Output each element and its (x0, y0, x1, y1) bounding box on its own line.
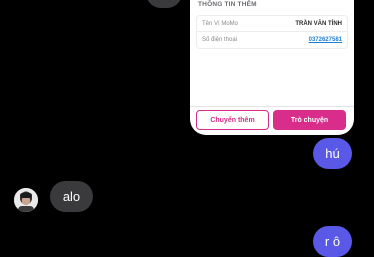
chat-button[interactable]: Trò chuyện (273, 110, 346, 130)
transfer-more-button[interactable]: Chuyển thêm (196, 110, 269, 130)
previous-message-bubble (146, 0, 182, 8)
phone-number-link[interactable]: 0372627581 (309, 37, 342, 43)
message-text: hú (325, 146, 340, 161)
avatar[interactable] (14, 188, 38, 212)
wallet-name-value: TRẦN VĂN TÍNH (295, 20, 342, 27)
card-title: THÔNG TIN THÊM (198, 1, 257, 8)
info-row-wallet-name: Tên Ví MoMo TRẦN VĂN TÍNH (197, 16, 347, 32)
info-label: Tên Ví MoMo (202, 20, 239, 27)
incoming-message-bubble[interactable]: alo (50, 181, 93, 212)
message-text: r ô (324, 234, 341, 249)
info-row-phone: Số điện thoại 0372627581 (197, 32, 347, 48)
card-actions: Chuyển thêm Trò chuyện (190, 106, 354, 135)
info-label: Số điện thoại (202, 37, 238, 43)
info-box: Tên Ví MoMo TRẦN VĂN TÍNH Số điện thoại … (196, 15, 348, 49)
message-text: alo (62, 189, 81, 204)
outgoing-message-bubble[interactable]: hú (313, 138, 352, 169)
avatar-image-icon (14, 188, 38, 212)
outgoing-message-bubble[interactable]: r ô (313, 226, 352, 257)
transfer-info-card: THÔNG TIN THÊM Tên Ví MoMo TRẦN VĂN TÍNH… (190, 0, 354, 135)
